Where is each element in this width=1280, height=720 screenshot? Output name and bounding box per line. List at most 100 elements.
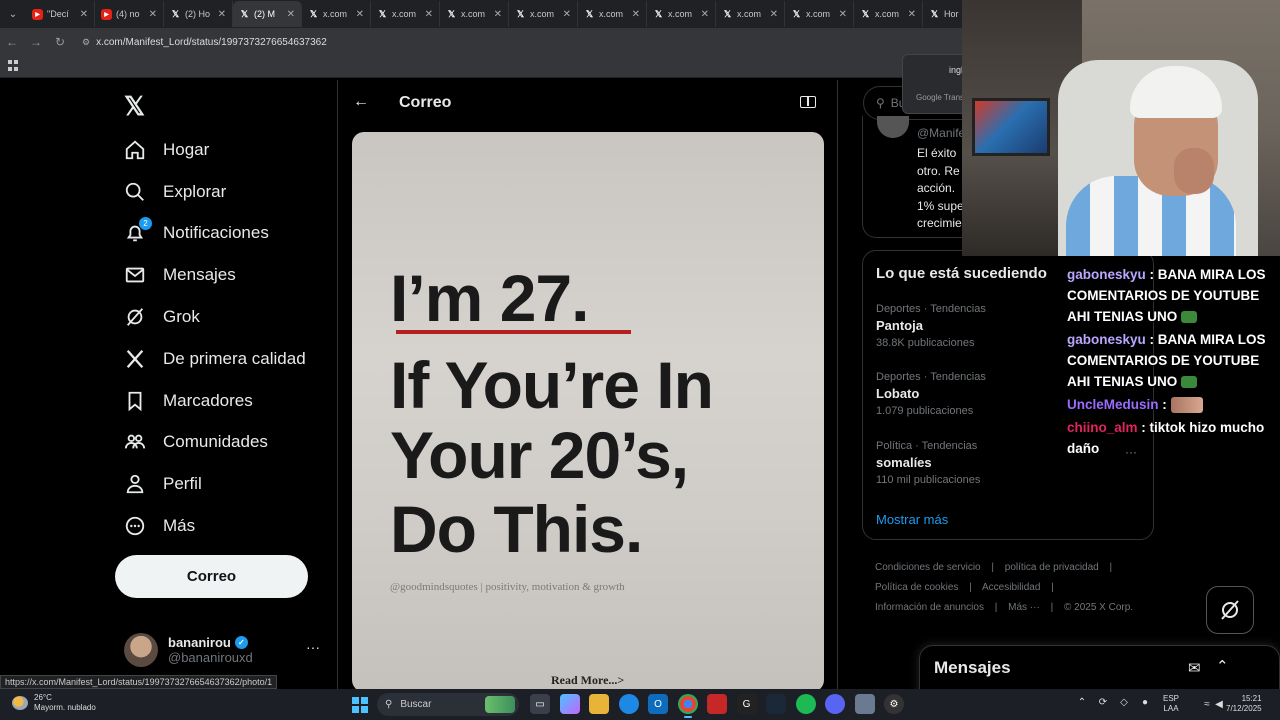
browser-tab[interactable]: 𝕏 (2) M ✕ bbox=[233, 1, 302, 27]
tab-close-icon[interactable]: ✕ bbox=[563, 9, 571, 20]
nav-item-grok[interactable]: Grok bbox=[124, 296, 306, 338]
x-favicon-icon: 𝕏 bbox=[585, 8, 594, 19]
status-url: https://x.com/Manifest_Lord/status/19973… bbox=[0, 675, 278, 689]
x-logo-icon[interactable]: 𝕏 bbox=[124, 91, 145, 122]
taskbar-search[interactable]: ⚲ Buscar bbox=[377, 693, 519, 716]
tab-close-icon[interactable]: ✕ bbox=[149, 9, 157, 20]
back-arrow-icon[interactable]: ← bbox=[353, 93, 369, 111]
tab-close-icon[interactable]: ✕ bbox=[356, 9, 364, 20]
weather-widget[interactable]: 26°C Mayorm. nublado bbox=[12, 693, 96, 713]
microphone-icon[interactable]: ● bbox=[1138, 695, 1152, 709]
tab-close-icon[interactable]: ✕ bbox=[287, 9, 295, 20]
tab-close-icon[interactable]: ✕ bbox=[839, 9, 847, 20]
footer-separator: | bbox=[1050, 602, 1054, 613]
profile-handle: @bananirouxd bbox=[168, 650, 253, 665]
chat-user: chiino_alm bbox=[1067, 420, 1138, 435]
tab-close-icon[interactable]: ✕ bbox=[494, 9, 502, 20]
obs-icon[interactable] bbox=[707, 694, 727, 714]
expand-chevron-icon[interactable]: ⌃ bbox=[1216, 657, 1229, 675]
tab-close-icon[interactable]: ✕ bbox=[770, 9, 778, 20]
nav-item-notifications[interactable]: 2 Notificaciones bbox=[124, 213, 306, 255]
footer-link[interactable]: Política de cookies bbox=[875, 582, 958, 593]
x-favicon-icon: 𝕏 bbox=[930, 8, 939, 19]
browser-tab[interactable]: 𝕏x.com ✕ bbox=[785, 1, 854, 27]
lang-top: ESP bbox=[1163, 694, 1180, 703]
search-icon bbox=[124, 181, 146, 203]
discord-icon[interactable] bbox=[825, 694, 845, 714]
browser-tab[interactable]: 𝕏x.com ✕ bbox=[578, 1, 647, 27]
account-switcher[interactable]: bananirou ✓ @bananirouxd ··· bbox=[124, 633, 324, 667]
clock[interactable]: 15:21 7/12/2025 bbox=[1226, 694, 1262, 714]
show-more-link[interactable]: Mostrar más bbox=[876, 512, 948, 527]
tab-close-icon[interactable]: ✕ bbox=[701, 9, 709, 20]
browser-tab[interactable]: ▶ "Decí ✕ bbox=[26, 1, 95, 27]
browser-tab[interactable]: 𝕏 (2) Ho ✕ bbox=[164, 1, 233, 27]
browser-tab[interactable]: 𝕏x.com ✕ bbox=[302, 1, 371, 27]
spotify-icon[interactable] bbox=[795, 694, 816, 714]
file-explorer-icon[interactable] bbox=[589, 694, 609, 714]
nav-item-home[interactable]: Hogar bbox=[124, 129, 306, 171]
footer-link[interactable]: Condiciones de servicio bbox=[875, 562, 981, 573]
trend-category: Política · Tendencias bbox=[876, 440, 978, 452]
post-image[interactable]: I’m 27. If You’re In Your 20’s, Do This.… bbox=[352, 132, 824, 692]
url-field[interactable]: ⚙ x.com/Manifest_Lord/status/19973732766… bbox=[82, 37, 327, 48]
browser-tab[interactable]: ▶ (4) no ✕ bbox=[95, 1, 164, 27]
edge-icon[interactable] bbox=[618, 694, 639, 714]
reload-icon[interactable]: ↻ bbox=[48, 35, 72, 49]
steam-icon[interactable] bbox=[766, 694, 786, 714]
footer-link[interactable]: Accesibilidad bbox=[982, 582, 1040, 593]
network-icon[interactable]: ◇ bbox=[1117, 695, 1131, 709]
nav-label: Mensajes bbox=[163, 265, 236, 285]
footer-link[interactable]: política de privacidad bbox=[1005, 562, 1099, 573]
chrome-icon[interactable] bbox=[677, 694, 698, 718]
trend-item[interactable]: Política · Tendencias somalíes 110 mil p… bbox=[876, 440, 980, 486]
windows-start-icon[interactable] bbox=[352, 697, 368, 713]
grok-button[interactable] bbox=[1206, 586, 1254, 634]
forward-arrow-icon[interactable]: → bbox=[24, 35, 48, 49]
browser-tab[interactable]: 𝕏x.com ✕ bbox=[854, 1, 923, 27]
nav-item-explore[interactable]: Explorar bbox=[124, 171, 306, 213]
account-more-icon[interactable]: ··· bbox=[306, 639, 320, 655]
copilot-icon[interactable] bbox=[559, 694, 580, 714]
browser-tab[interactable]: 𝕏x.com ✕ bbox=[440, 1, 509, 27]
volume-icon[interactable]: ◀ bbox=[1212, 697, 1226, 711]
nav-item-premium[interactable]: De primera calidad bbox=[124, 338, 306, 380]
new-message-icon[interactable]: ✉ bbox=[1188, 659, 1201, 677]
reader-mode-icon[interactable] bbox=[800, 96, 816, 108]
apps-grid-icon[interactable] bbox=[8, 60, 19, 71]
task-view-icon[interactable]: ▭ bbox=[530, 694, 550, 714]
input-language[interactable]: ESP LAA bbox=[1163, 694, 1179, 714]
browser-tab[interactable]: 𝕏x.com ✕ bbox=[509, 1, 578, 27]
messages-drawer[interactable]: Mensajes ✉ ⌃ bbox=[919, 645, 1280, 695]
tab-close-icon[interactable]: ✕ bbox=[218, 9, 226, 20]
trend-item[interactable]: Deportes · Tendencias Pantoja 38.8K publ… bbox=[876, 303, 986, 349]
browser-tab[interactable]: 𝕏x.com ✕ bbox=[371, 1, 440, 27]
tab-close-icon[interactable]: ✕ bbox=[80, 9, 88, 20]
tab-search-chevron-icon[interactable]: ⌄ bbox=[0, 9, 26, 20]
post-button[interactable]: Correo bbox=[115, 555, 308, 598]
tab-close-icon[interactable]: ✕ bbox=[632, 9, 640, 20]
sync-icon[interactable]: ⟳ bbox=[1096, 695, 1110, 709]
nav-label: Notificaciones bbox=[163, 223, 269, 243]
nav-item-bookmarks[interactable]: Marcadores bbox=[124, 380, 306, 422]
footer-separator: | bbox=[1051, 582, 1054, 593]
settings-icon[interactable]: ⚙ bbox=[884, 694, 904, 714]
nav-item-messages[interactable]: Mensajes bbox=[124, 254, 306, 296]
browser-tab[interactable]: 𝕏x.com ✕ bbox=[647, 1, 716, 27]
nav-item-more[interactable]: Más bbox=[124, 505, 306, 547]
back-arrow-icon[interactable]: ← bbox=[0, 35, 24, 49]
chevron-up-icon[interactable]: ⌃ bbox=[1075, 695, 1089, 709]
trend-item[interactable]: Deportes · Tendencias Lobato 1.079 publi… bbox=[876, 371, 986, 417]
browser-tab[interactable]: 𝕏x.com ✕ bbox=[716, 1, 785, 27]
app-icon[interactable] bbox=[854, 694, 875, 714]
nav-item-communities[interactable]: Comunidades bbox=[124, 422, 306, 464]
footer-link[interactable]: Información de anuncios bbox=[875, 602, 984, 613]
footer-link[interactable]: Más ··· bbox=[1008, 602, 1040, 613]
tab-close-icon[interactable]: ✕ bbox=[908, 9, 916, 20]
site-info-icon[interactable]: ⚙ bbox=[82, 37, 90, 48]
tab-close-icon[interactable]: ✕ bbox=[425, 9, 433, 20]
outlook-icon[interactable]: O bbox=[648, 694, 668, 714]
footer-copyright: © 2025 X Corp. bbox=[1063, 602, 1134, 613]
app-icon[interactable]: G bbox=[736, 694, 757, 714]
nav-item-profile[interactable]: Perfil bbox=[124, 463, 306, 505]
